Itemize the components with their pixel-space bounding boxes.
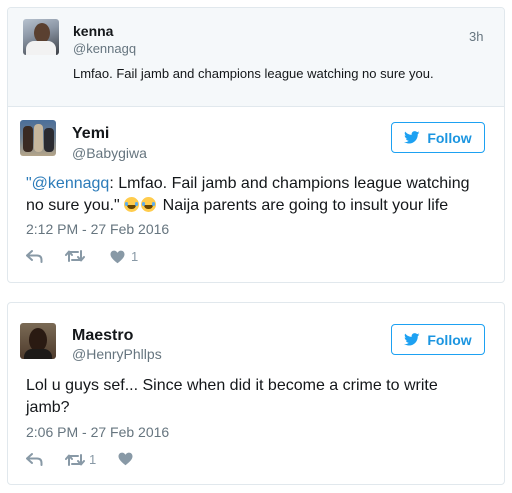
reply-button[interactable] xyxy=(26,452,43,466)
retweet-button[interactable]: 1 xyxy=(65,452,96,467)
tears-of-joy-icon xyxy=(124,197,140,212)
like-count: 1 xyxy=(131,249,139,264)
author-handle[interactable]: @Babygiwa xyxy=(72,145,147,161)
retweet-icon xyxy=(65,250,85,262)
tweet-text-part: no sure you." xyxy=(26,197,120,214)
quoted-author-name[interactable]: kenna xyxy=(73,23,113,39)
author-name[interactable]: Maestro xyxy=(72,327,133,345)
like-button[interactable]: 1 xyxy=(110,249,138,264)
heart-icon xyxy=(118,452,133,466)
like-button[interactable] xyxy=(118,452,139,466)
retweet-count: 1 xyxy=(89,452,97,467)
tweet-text-line: jamb? xyxy=(26,399,70,416)
avatar[interactable] xyxy=(23,19,59,55)
tears-of-joy-icon xyxy=(141,197,157,212)
follow-label: Follow xyxy=(427,331,472,348)
avatar[interactable] xyxy=(20,120,56,156)
reply-button[interactable] xyxy=(26,249,43,263)
retweet-button[interactable] xyxy=(65,249,89,263)
quoted-text: Lmfao. Fail jamb and champions league wa… xyxy=(73,66,434,81)
tweet-text: "@kennagq: Lmfao. Fail jamb and champion… xyxy=(26,173,496,217)
tweet-text-part: Naija parents are going to insult your l… xyxy=(158,197,449,214)
tweet-date[interactable]: 2:12 PM - 27 Feb 2016 xyxy=(26,221,169,237)
reply-icon xyxy=(26,250,43,263)
quoted-timestamp[interactable]: 3h xyxy=(469,29,483,44)
heart-icon xyxy=(110,250,125,263)
author-name[interactable]: Yemi xyxy=(72,125,109,143)
follow-label: Follow xyxy=(427,129,472,146)
follow-button[interactable]: Follow xyxy=(391,122,485,153)
tweet-date[interactable]: 2:06 PM - 27 Feb 2016 xyxy=(26,424,169,440)
retweet-icon xyxy=(65,453,85,466)
follow-button[interactable]: Follow xyxy=(391,324,485,355)
mention-link[interactable]: "@kennagq xyxy=(26,175,109,192)
author-handle[interactable]: @HenryPhllps xyxy=(72,346,162,362)
tweet-text: Lol u guys sef... Since when did it beco… xyxy=(26,375,496,419)
bird-icon xyxy=(404,131,420,144)
reply-icon xyxy=(26,453,43,466)
tweet-text-line: Lol u guys sef... Since when did it beco… xyxy=(26,377,438,394)
bird-icon xyxy=(404,333,420,346)
quoted-author-handle[interactable]: @kennagq xyxy=(73,41,136,56)
avatar[interactable] xyxy=(20,323,56,359)
tweet-text-part: : Lmfao. Fail jamb and champions league … xyxy=(109,175,470,192)
